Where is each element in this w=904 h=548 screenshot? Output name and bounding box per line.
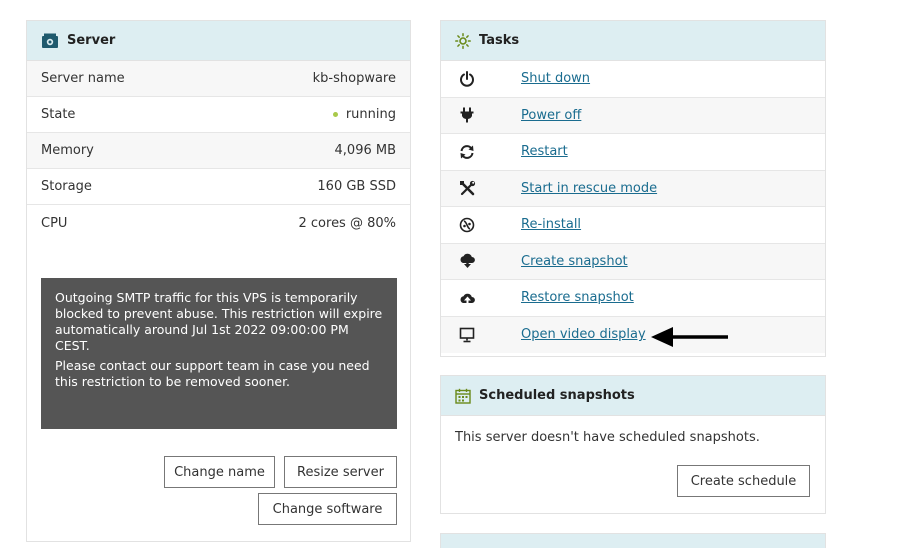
task-reinstall: Re-install bbox=[441, 207, 825, 244]
server-name-row: Server name kb-shopware bbox=[27, 61, 410, 97]
server-panel-title: Server bbox=[67, 33, 116, 48]
smtp-notice: Outgoing SMTP traffic for this VPS is te… bbox=[41, 278, 397, 429]
task-shut-down: Shut down bbox=[441, 61, 825, 98]
next-panel-header bbox=[441, 534, 825, 548]
task-restart: Restart bbox=[441, 134, 825, 171]
cloud-download-icon bbox=[451, 253, 483, 269]
task-restore-snapshot: Restore snapshot bbox=[441, 280, 825, 317]
resize-server-button[interactable]: Resize server bbox=[284, 456, 397, 488]
change-name-button[interactable]: Change name bbox=[164, 456, 275, 488]
server-name-value: kb-shopware bbox=[312, 71, 396, 86]
change-software-button[interactable]: Change software bbox=[258, 493, 397, 525]
reinstall-icon bbox=[451, 217, 483, 233]
create-snapshot-link[interactable]: Create snapshot bbox=[521, 254, 628, 269]
storage-value: 160 GB SSD bbox=[317, 179, 396, 194]
restart-icon bbox=[451, 144, 483, 160]
re-install-link[interactable]: Re-install bbox=[521, 217, 581, 232]
smtp-notice-contact-text: Please contact our support team in case … bbox=[55, 358, 370, 389]
calendar-icon bbox=[455, 388, 471, 404]
create-schedule-button[interactable]: Create schedule bbox=[677, 465, 810, 497]
server-panel: Server Server name kb-shopware State run… bbox=[26, 20, 411, 542]
status-dot-icon bbox=[332, 112, 338, 117]
task-create-snapshot: Create snapshot bbox=[441, 243, 825, 280]
memory-value: 4,096 MB bbox=[334, 143, 396, 158]
server-panel-header: Server bbox=[27, 21, 410, 61]
memory-label: Memory bbox=[41, 143, 94, 158]
scheduled-snapshots-header: Scheduled snapshots bbox=[441, 376, 825, 416]
smtp-notice-text: Outgoing SMTP traffic for this VPS is te… bbox=[55, 290, 383, 353]
plug-icon bbox=[451, 107, 483, 123]
restore-snapshot-link[interactable]: Restore snapshot bbox=[521, 290, 634, 305]
power-icon bbox=[451, 70, 483, 87]
tasks-panel: Tasks Shut down Power off Restart Start … bbox=[440, 20, 826, 357]
task-open-video-display: Open video display bbox=[441, 316, 825, 353]
start-in-rescue-mode-link[interactable]: Start in rescue mode bbox=[521, 181, 657, 196]
monitor-icon bbox=[451, 327, 483, 343]
sun-icon bbox=[455, 32, 471, 49]
cloud-upload-icon bbox=[451, 290, 483, 306]
tools-icon bbox=[451, 180, 483, 197]
server-name-label: Server name bbox=[41, 71, 125, 86]
tasks-list: Shut down Power off Restart Start in res… bbox=[441, 61, 825, 353]
task-power-off: Power off bbox=[441, 97, 825, 134]
tasks-panel-title: Tasks bbox=[479, 33, 520, 48]
state-label: State bbox=[41, 107, 76, 122]
next-panel bbox=[440, 533, 826, 548]
memory-row: Memory 4,096 MB bbox=[27, 133, 410, 169]
scheduled-snapshots-title: Scheduled snapshots bbox=[479, 388, 635, 403]
power-off-link[interactable]: Power off bbox=[521, 108, 581, 123]
scheduled-snapshots-panel: Scheduled snapshots This server doesn't … bbox=[440, 375, 826, 514]
state-row: State running bbox=[27, 97, 410, 133]
server-info-list: Server name kb-shopware State running Me… bbox=[27, 61, 410, 241]
tasks-panel-header: Tasks bbox=[441, 21, 825, 61]
task-rescue-mode: Start in rescue mode bbox=[441, 170, 825, 207]
server-icon bbox=[41, 33, 59, 49]
restart-link[interactable]: Restart bbox=[521, 144, 568, 159]
cpu-row: CPU 2 cores @ 80% bbox=[27, 205, 410, 241]
open-video-display-link[interactable]: Open video display bbox=[521, 327, 646, 342]
annotation-arrow-icon bbox=[651, 327, 728, 347]
state-value: running bbox=[345, 107, 396, 122]
no-schedules-text: This server doesn't have scheduled snaps… bbox=[455, 430, 760, 445]
cpu-value: 2 cores @ 80% bbox=[298, 215, 397, 231]
storage-label: Storage bbox=[41, 179, 92, 194]
cpu-label: CPU bbox=[41, 215, 68, 231]
storage-row: Storage 160 GB SSD bbox=[27, 169, 410, 205]
shut-down-link[interactable]: Shut down bbox=[521, 71, 590, 86]
